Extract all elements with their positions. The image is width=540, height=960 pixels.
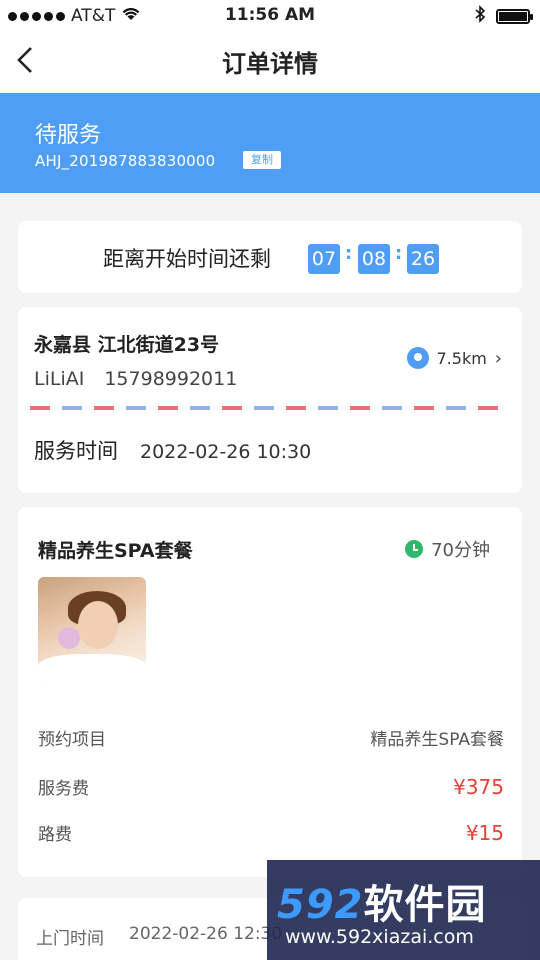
visit-time-label: 上门时间 xyxy=(36,929,104,949)
status-bar: AT&T 11:56 AM xyxy=(0,0,540,32)
package-card: 精品养生SPA套餐 70分钟 预约项目 精品养生SPA套餐 服务费 ¥375 路… xyxy=(18,507,522,877)
package-duration: 70分钟 xyxy=(405,536,490,562)
service-time-row: 服务时间 2022-02-26 10:30 xyxy=(34,435,311,465)
watermark-brand: 592软件园 xyxy=(277,872,487,930)
countdown-card: 距离开始时间还剩 07 : 08 : 26 xyxy=(18,221,522,293)
order-id: AHJ_201987883830000 xyxy=(35,152,216,170)
airmail-divider xyxy=(30,406,510,410)
countdown-separator: : xyxy=(345,243,353,264)
chevron-right-icon: › xyxy=(494,347,502,369)
package-name: 精品养生SPA套餐 xyxy=(38,540,193,562)
watermark-brand-cn: 软件园 xyxy=(363,882,487,928)
countdown-minutes: 08 xyxy=(358,244,390,274)
page-title: 订单详情 xyxy=(222,50,318,78)
status-right xyxy=(475,5,533,27)
service-time-label: 服务时间 xyxy=(34,439,118,463)
nav-bar: 订单详情 xyxy=(0,32,540,92)
address-card: 永嘉县 江北街道23号 LiLiAI 15798992011 7.5km › 服务… xyxy=(18,307,522,493)
copy-button[interactable]: 复制 xyxy=(243,151,281,169)
row-label: 路费 xyxy=(38,825,72,845)
countdown-label: 距离开始时间还剩 xyxy=(103,247,271,271)
row-value: 精品养生SPA套餐 xyxy=(370,730,504,750)
location-pin-icon xyxy=(406,347,429,369)
clock-icon xyxy=(405,540,424,558)
row-label: 服务费 xyxy=(38,779,89,799)
service-time-value: 2022-02-26 10:30 xyxy=(140,441,312,463)
detail-row-travel-fee: 路费 ¥15 xyxy=(38,820,504,846)
watermark-number: 592 xyxy=(277,882,364,928)
clock-time: 11:56 AM xyxy=(224,5,316,25)
package-image[interactable] xyxy=(38,577,146,684)
countdown-seconds: 26 xyxy=(407,244,439,274)
row-label: 预约项目 xyxy=(38,730,106,750)
service-fee-price: ¥375 xyxy=(453,774,504,799)
service-address: 永嘉县 江北街道23号 xyxy=(34,334,220,356)
duration-value: 70分钟 xyxy=(431,540,490,561)
detail-row-item: 预约项目 精品养生SPA套餐 xyxy=(38,725,504,750)
contact-name: LiLiAI xyxy=(34,368,85,390)
order-status: 待服务 xyxy=(35,123,102,148)
countdown-hours: 07 xyxy=(308,244,340,274)
bluetooth-icon xyxy=(475,5,486,27)
contact-info: LiLiAI 15798992011 xyxy=(34,368,237,390)
countdown-separator: : xyxy=(395,243,403,264)
travel-fee-price: ¥15 xyxy=(465,820,504,845)
detail-row-service-fee: 服务费 ¥375 xyxy=(38,774,504,800)
watermark-url: www.592xiazai.com xyxy=(285,926,474,948)
watermark: 592软件园 www.592xiazai.com xyxy=(267,860,540,960)
distance-value: 7.5km xyxy=(436,348,487,368)
distance-link[interactable]: 7.5km › xyxy=(406,347,502,369)
visit-time-value: 2022-02-26 12:30 xyxy=(129,924,283,944)
battery-icon xyxy=(496,8,533,24)
contact-phone[interactable]: 15798992011 xyxy=(104,368,237,390)
order-status-banner: 待服务 AHJ_201987883830000 复制 xyxy=(0,93,540,193)
